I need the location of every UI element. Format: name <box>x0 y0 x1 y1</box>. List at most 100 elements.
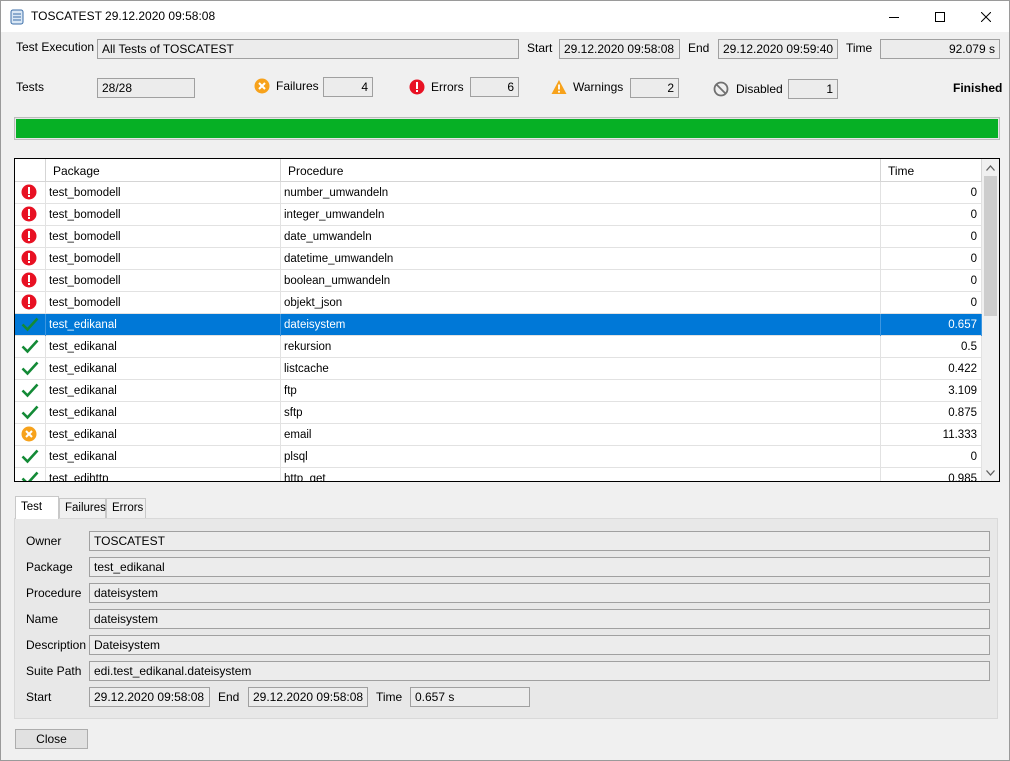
table-row[interactable]: test_bomodell date_umwandeln 0 <box>15 226 982 248</box>
row-package-cell: test_edikanal <box>46 358 281 380</box>
detail-end-label: End <box>218 690 240 704</box>
row-procedure-cell: sftp <box>281 402 881 424</box>
checkmark-icon <box>21 383 39 398</box>
detail-start-label: Start <box>26 690 52 704</box>
table-row[interactable]: test_edikanal plsql 0 <box>15 446 982 468</box>
tests-label: Tests <box>16 80 45 94</box>
row-time-cell: 0.985 <box>881 468 982 481</box>
row-package-cell: test_bomodell <box>46 204 281 226</box>
minimize-button[interactable] <box>871 1 917 32</box>
failures-label: Failures <box>276 79 319 93</box>
time-label: Time <box>846 41 873 55</box>
row-package-cell: test_bomodell <box>46 226 281 248</box>
row-time-cell: 0 <box>881 292 982 314</box>
scroll-up-arrow[interactable] <box>982 159 999 176</box>
tab-test[interactable]: Test <box>15 496 59 519</box>
tests-field: 28/28 <box>97 78 195 98</box>
failure-icon <box>254 78 270 94</box>
results-grid[interactable]: Package Procedure Time test_bomodell numb… <box>14 158 1000 482</box>
row-time-cell: 3.109 <box>881 380 982 402</box>
title-bar[interactable]: TOSCATEST 29.12.2020 09:58:08 <box>1 1 1009 32</box>
row-package-cell: test_bomodell <box>46 248 281 270</box>
error-icon <box>409 79 425 95</box>
row-procedure-cell: integer_umwandeln <box>281 204 881 226</box>
procedure-field: dateisystem <box>89 583 990 603</box>
close-button[interactable]: Close <box>15 729 88 749</box>
close-icon <box>981 11 991 22</box>
start-field: 29.12.2020 09:58:08 <box>559 39 680 59</box>
row-time-cell: 0 <box>881 204 982 226</box>
row-status-cell <box>15 270 46 292</box>
row-package-cell: test_edikanal <box>46 402 281 424</box>
row-package-cell: test_edikanal <box>46 336 281 358</box>
row-package-cell: test_edikanal <box>46 424 281 446</box>
table-row[interactable]: test_bomodell objekt_json 0 <box>15 292 982 314</box>
errors-field: 6 <box>470 77 519 97</box>
row-package-cell: test_bomodell <box>46 292 281 314</box>
row-time-cell: 0 <box>881 248 982 270</box>
progress-bar-fill <box>16 119 998 138</box>
description-label: Description <box>26 638 87 652</box>
table-row[interactable]: test_edihttp http_get 0.985 <box>15 468 982 481</box>
execution-status: Finished <box>953 81 1003 95</box>
detail-time-field: 0.657 s <box>410 687 530 707</box>
table-row[interactable]: test_edikanal email 11.333 <box>15 424 982 446</box>
row-procedure-cell: number_umwandeln <box>281 182 881 204</box>
scroll-down-arrow[interactable] <box>982 464 999 481</box>
row-time-cell: 0 <box>881 270 982 292</box>
maximize-button[interactable] <box>917 1 963 32</box>
error-icon <box>21 294 37 310</box>
column-header-package[interactable]: Package <box>46 159 281 182</box>
table-row[interactable]: test_bomodell datetime_umwandeln 0 <box>15 248 982 270</box>
table-row[interactable]: test_bomodell number_umwandeln 0 <box>15 182 982 204</box>
error-icon <box>21 206 37 222</box>
row-time-cell: 11.333 <box>881 424 982 446</box>
end-field: 29.12.2020 09:59:40 <box>718 39 838 59</box>
table-row[interactable]: test_edikanal ftp 3.109 <box>15 380 982 402</box>
row-status-cell <box>15 182 46 204</box>
row-procedure-cell: email <box>281 424 881 446</box>
maximize-icon <box>935 11 945 22</box>
table-row[interactable]: test_edikanal rekursion 0.5 <box>15 336 982 358</box>
description-field: Dateisystem <box>89 635 990 655</box>
row-status-cell <box>15 446 46 468</box>
row-status-cell <box>15 402 46 424</box>
vertical-scrollbar[interactable] <box>982 159 999 481</box>
column-header-time[interactable]: Time <box>881 159 982 182</box>
column-header-status[interactable] <box>15 159 46 182</box>
table-row[interactable]: test_bomodell boolean_umwandeln 0 <box>15 270 982 292</box>
row-status-cell <box>15 358 46 380</box>
row-procedure-cell: date_umwandeln <box>281 226 881 248</box>
tab-errors[interactable]: Errors <box>106 498 146 518</box>
row-procedure-cell: http_get <box>281 468 881 481</box>
checkmark-icon <box>21 361 39 376</box>
table-row[interactable]: test_edikanal listcache 0.422 <box>15 358 982 380</box>
checkmark-icon <box>21 317 39 332</box>
failures-field: 4 <box>323 77 373 97</box>
row-time-cell: 0.875 <box>881 402 982 424</box>
table-row[interactable]: test_bomodell integer_umwandeln 0 <box>15 204 982 226</box>
scrollbar-thumb[interactable] <box>984 176 997 316</box>
row-package-cell: test_bomodell <box>46 270 281 292</box>
row-status-cell <box>15 248 46 270</box>
checkmark-icon <box>21 471 39 481</box>
row-time-cell: 0 <box>881 226 982 248</box>
row-package-cell: test_edikanal <box>46 446 281 468</box>
detail-start-field: 29.12.2020 09:58:08 <box>89 687 210 707</box>
tab-failures[interactable]: Failures <box>59 498 106 518</box>
error-icon <box>21 272 37 288</box>
table-row[interactable]: test_edikanal sftp 0.875 <box>15 402 982 424</box>
close-window-button[interactable] <box>963 1 1009 32</box>
column-header-procedure[interactable]: Procedure <box>281 159 881 182</box>
row-procedure-cell: rekursion <box>281 336 881 358</box>
test-execution-label: Test Execution <box>16 40 95 54</box>
table-row[interactable]: test_edikanal dateisystem 0.657 <box>15 314 982 336</box>
test-execution-field: All Tests of TOSCATEST <box>97 39 519 59</box>
row-status-cell <box>15 226 46 248</box>
package-field: test_edikanal <box>89 557 990 577</box>
warning-icon <box>551 80 567 94</box>
window-title: TOSCATEST 29.12.2020 09:58:08 <box>31 9 216 23</box>
checkmark-icon <box>21 449 39 464</box>
time-field: 92.079 s <box>880 39 1000 59</box>
owner-field: TOSCATEST <box>89 531 990 551</box>
